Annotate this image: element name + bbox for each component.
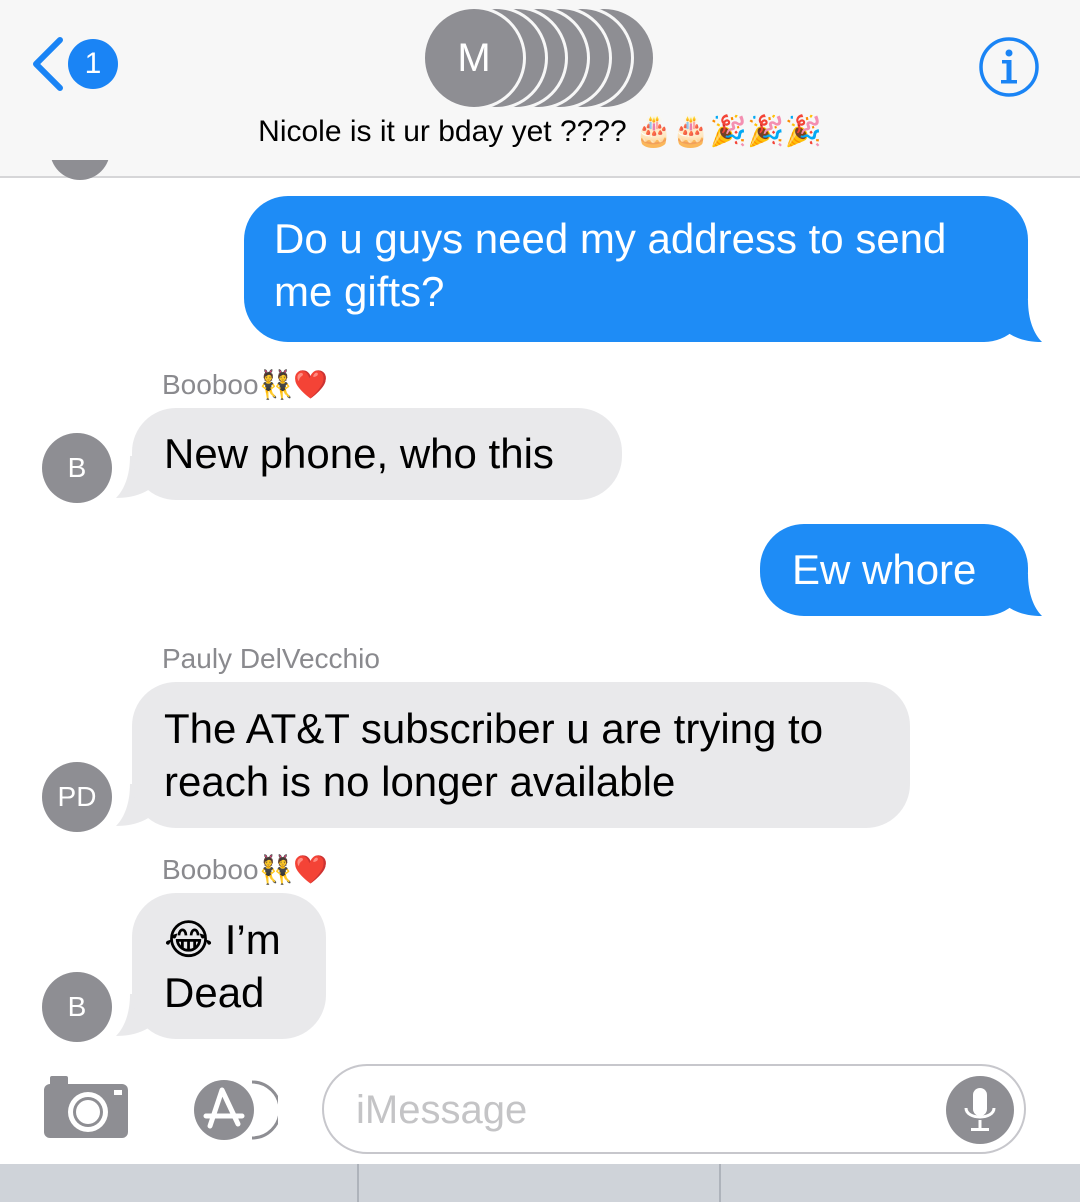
incoming-message[interactable]: The AT&T subscriber u are trying to reac… [132, 682, 910, 828]
avatar[interactable]: B [42, 972, 112, 1042]
outgoing-message[interactable]: Do u guys need my address to send me gif… [244, 196, 1028, 342]
sender-name: Booboo👯❤️ [162, 854, 329, 885]
message-text-line: The AT&T subscriber u are trying to [164, 705, 824, 752]
avatar [50, 160, 110, 180]
incoming-message[interactable]: 😂 I’m Dead [132, 893, 326, 1039]
app-store-icon [194, 1079, 282, 1141]
conversation-header: 1 M Nicole is it ur bday yet ???? 🎂🎂🎉🎉🎉 [0, 0, 1080, 178]
microphone-icon [964, 1088, 996, 1131]
message-text-line: me gifts? [274, 268, 445, 315]
bubble-tail [1000, 574, 1042, 616]
group-avatar-primary: M [422, 6, 526, 110]
tears-of-joy-emoji: 😂 [164, 916, 214, 963]
back-button[interactable]: 1 [30, 36, 118, 92]
message-text-line: 😂 I’m [164, 916, 281, 963]
app-store-button[interactable] [182, 1078, 282, 1147]
group-name[interactable]: Nicole is it ur bday yet ???? 🎂🎂🎉🎉🎉 [0, 114, 1080, 149]
group-name-emoji: 🎂🎂🎉🎉🎉 [635, 115, 822, 148]
avatar[interactable]: B [42, 433, 112, 503]
microphone-button[interactable] [946, 1076, 1014, 1144]
message-text-line: Dead [164, 969, 265, 1016]
camera-button[interactable] [44, 1074, 130, 1145]
message-text: Ew whore [792, 546, 977, 593]
chevron-left-icon [33, 37, 63, 91]
unread-count-badge: 1 [68, 39, 118, 89]
divider [719, 1164, 721, 1202]
sender-name: Pauly DelVecchio [162, 643, 380, 674]
incoming-message[interactable]: New phone, who this [132, 408, 622, 500]
message-text-line: Do u guys need my address to send [274, 215, 947, 262]
info-icon [979, 37, 1039, 97]
group-avatars[interactable]: M [422, 6, 662, 110]
outgoing-message[interactable]: Ew whore [760, 524, 1028, 616]
bubble-tail [1000, 300, 1042, 342]
app-drawer-strip [0, 1164, 1080, 1202]
info-button[interactable] [978, 36, 1040, 103]
message-text: New phone, who this [164, 430, 554, 477]
message-input[interactable]: iMessage [322, 1064, 1026, 1154]
message-input-placeholder: iMessage [356, 1088, 528, 1132]
message-text-line: reach is no longer available [164, 758, 676, 805]
group-name-text: Nicole is it ur bday yet ???? [258, 115, 627, 148]
avatar[interactable]: PD [42, 762, 112, 832]
divider [357, 1164, 359, 1202]
camera-icon [44, 1076, 128, 1138]
sender-name: Booboo👯❤️ [162, 369, 329, 400]
